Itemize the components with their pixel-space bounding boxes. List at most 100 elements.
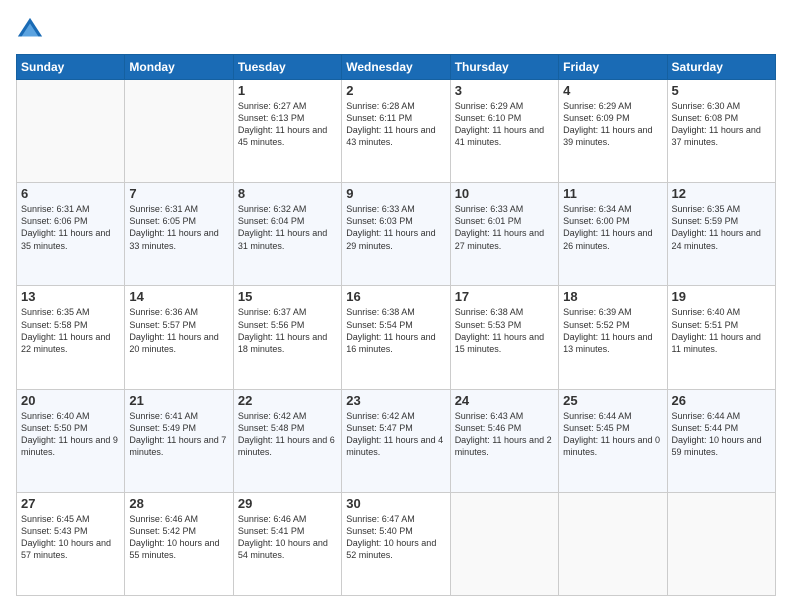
page: SundayMondayTuesdayWednesdayThursdayFrid… [0,0,792,612]
day-info: Sunrise: 6:38 AMSunset: 5:53 PMDaylight:… [455,306,554,355]
day-info: Sunrise: 6:36 AMSunset: 5:57 PMDaylight:… [129,306,228,355]
weekday-header: Sunday [17,55,125,80]
calendar-cell: 3 Sunrise: 6:29 AMSunset: 6:10 PMDaylight… [450,80,558,183]
weekday-header: Tuesday [233,55,341,80]
calendar-cell: 26 Sunrise: 6:44 AMSunset: 5:44 PMDayligh… [667,389,775,492]
calendar-cell: 28 Sunrise: 6:46 AMSunset: 5:42 PMDayligh… [125,492,233,595]
calendar-cell: 27Sunrise: 6:45 AMSunset: 5:43 PMDayligh… [17,492,125,595]
day-info: Sunrise: 6:44 AMSunset: 5:44 PMDaylight:… [672,410,771,459]
calendar-cell [559,492,667,595]
day-number: 7 [129,186,228,201]
calendar-table: SundayMondayTuesdayWednesdayThursdayFrid… [16,54,776,596]
day-number: 9 [346,186,445,201]
day-number: 4 [563,83,662,98]
day-info: Sunrise: 6:43 AMSunset: 5:46 PMDaylight:… [455,410,554,459]
day-number: 6 [21,186,120,201]
day-info: Sunrise: 6:40 AMSunset: 5:50 PMDaylight:… [21,410,120,459]
header [16,16,776,44]
calendar-cell: 5 Sunrise: 6:30 AMSunset: 6:08 PMDaylight… [667,80,775,183]
day-number: 19 [672,289,771,304]
day-number: 20 [21,393,120,408]
calendar-cell: 30 Sunrise: 6:47 AMSunset: 5:40 PMDayligh… [342,492,450,595]
weekday-header-row: SundayMondayTuesdayWednesdayThursdayFrid… [17,55,776,80]
weekday-header: Friday [559,55,667,80]
day-number: 26 [672,393,771,408]
calendar-cell: 19Sunrise: 6:40 AMSunset: 5:51 PMDayligh… [667,286,775,389]
day-number: 5 [672,83,771,98]
calendar-cell: 7 Sunrise: 6:31 AMSunset: 6:05 PMDaylight… [125,183,233,286]
day-number: 28 [129,496,228,511]
weekday-header: Thursday [450,55,558,80]
day-info: Sunrise: 6:33 AMSunset: 6:03 PMDaylight:… [346,203,445,252]
calendar-cell: 25Sunrise: 6:44 AMSunset: 5:45 PMDayligh… [559,389,667,492]
day-number: 17 [455,289,554,304]
day-info: Sunrise: 6:38 AMSunset: 5:54 PMDaylight:… [346,306,445,355]
calendar-week-row: 13 Sunrise: 6:35 AMSunset: 5:58 PMDayligh… [17,286,776,389]
calendar-cell: 23Sunrise: 6:42 AMSunset: 5:47 PMDayligh… [342,389,450,492]
weekday-header: Monday [125,55,233,80]
day-info: Sunrise: 6:44 AMSunset: 5:45 PMDaylight:… [563,410,662,459]
calendar-cell: 29 Sunrise: 6:46 AMSunset: 5:41 PMDayligh… [233,492,341,595]
calendar-cell: 11Sunrise: 6:34 AMSunset: 6:00 PMDayligh… [559,183,667,286]
calendar-cell: 12 Sunrise: 6:35 AMSunset: 5:59 PMDayligh… [667,183,775,286]
calendar-cell [450,492,558,595]
calendar-week-row: 6 Sunrise: 6:31 AMSunset: 6:06 PMDaylight… [17,183,776,286]
calendar-cell: 15Sunrise: 6:37 AMSunset: 5:56 PMDayligh… [233,286,341,389]
calendar-cell: 20 Sunrise: 6:40 AMSunset: 5:50 PMDayligh… [17,389,125,492]
day-info: Sunrise: 6:35 AMSunset: 5:59 PMDaylight:… [672,203,771,252]
day-number: 21 [129,393,228,408]
calendar-cell: 9 Sunrise: 6:33 AMSunset: 6:03 PMDaylight… [342,183,450,286]
day-number: 2 [346,83,445,98]
day-number: 30 [346,496,445,511]
day-number: 16 [346,289,445,304]
day-info: Sunrise: 6:29 AMSunset: 6:09 PMDaylight:… [563,100,662,149]
day-number: 27 [21,496,120,511]
calendar-cell [125,80,233,183]
calendar-cell [667,492,775,595]
calendar-week-row: 27Sunrise: 6:45 AMSunset: 5:43 PMDayligh… [17,492,776,595]
day-info: Sunrise: 6:30 AMSunset: 6:08 PMDaylight:… [672,100,771,149]
day-number: 10 [455,186,554,201]
day-number: 12 [672,186,771,201]
calendar-cell: 1 Sunrise: 6:27 AMSunset: 6:13 PMDaylight… [233,80,341,183]
day-info: Sunrise: 6:35 AMSunset: 5:58 PMDaylight:… [21,306,120,355]
day-number: 3 [455,83,554,98]
day-info: Sunrise: 6:33 AMSunset: 6:01 PMDaylight:… [455,203,554,252]
day-info: Sunrise: 6:31 AMSunset: 6:05 PMDaylight:… [129,203,228,252]
day-number: 18 [563,289,662,304]
day-info: Sunrise: 6:47 AMSunset: 5:40 PMDaylight:… [346,513,445,562]
day-number: 8 [238,186,337,201]
calendar-week-row: 20 Sunrise: 6:40 AMSunset: 5:50 PMDayligh… [17,389,776,492]
logo [16,16,48,44]
calendar-cell: 17 Sunrise: 6:38 AMSunset: 5:53 PMDayligh… [450,286,558,389]
calendar-cell: 22Sunrise: 6:42 AMSunset: 5:48 PMDayligh… [233,389,341,492]
day-number: 13 [21,289,120,304]
day-number: 24 [455,393,554,408]
calendar-cell: 16 Sunrise: 6:38 AMSunset: 5:54 PMDayligh… [342,286,450,389]
calendar-cell [17,80,125,183]
day-info: Sunrise: 6:31 AMSunset: 6:06 PMDaylight:… [21,203,120,252]
calendar-cell: 24 Sunrise: 6:43 AMSunset: 5:46 PMDayligh… [450,389,558,492]
day-number: 1 [238,83,337,98]
day-info: Sunrise: 6:46 AMSunset: 5:41 PMDaylight:… [238,513,337,562]
day-info: Sunrise: 6:28 AMSunset: 6:11 PMDaylight:… [346,100,445,149]
calendar-cell: 13 Sunrise: 6:35 AMSunset: 5:58 PMDayligh… [17,286,125,389]
day-info: Sunrise: 6:32 AMSunset: 6:04 PMDaylight:… [238,203,337,252]
weekday-header: Wednesday [342,55,450,80]
weekday-header: Saturday [667,55,775,80]
day-info: Sunrise: 6:41 AMSunset: 5:49 PMDaylight:… [129,410,228,459]
calendar-cell: 2 Sunrise: 6:28 AMSunset: 6:11 PMDaylight… [342,80,450,183]
calendar-cell: 4 Sunrise: 6:29 AMSunset: 6:09 PMDaylight… [559,80,667,183]
calendar-cell: 8 Sunrise: 6:32 AMSunset: 6:04 PMDaylight… [233,183,341,286]
day-info: Sunrise: 6:29 AMSunset: 6:10 PMDaylight:… [455,100,554,149]
calendar-week-row: 1 Sunrise: 6:27 AMSunset: 6:13 PMDaylight… [17,80,776,183]
logo-icon [16,16,44,44]
day-info: Sunrise: 6:39 AMSunset: 5:52 PMDaylight:… [563,306,662,355]
day-info: Sunrise: 6:46 AMSunset: 5:42 PMDaylight:… [129,513,228,562]
day-info: Sunrise: 6:42 AMSunset: 5:48 PMDaylight:… [238,410,337,459]
calendar-cell: 6 Sunrise: 6:31 AMSunset: 6:06 PMDaylight… [17,183,125,286]
day-number: 11 [563,186,662,201]
day-info: Sunrise: 6:37 AMSunset: 5:56 PMDaylight:… [238,306,337,355]
day-number: 29 [238,496,337,511]
day-info: Sunrise: 6:27 AMSunset: 6:13 PMDaylight:… [238,100,337,149]
